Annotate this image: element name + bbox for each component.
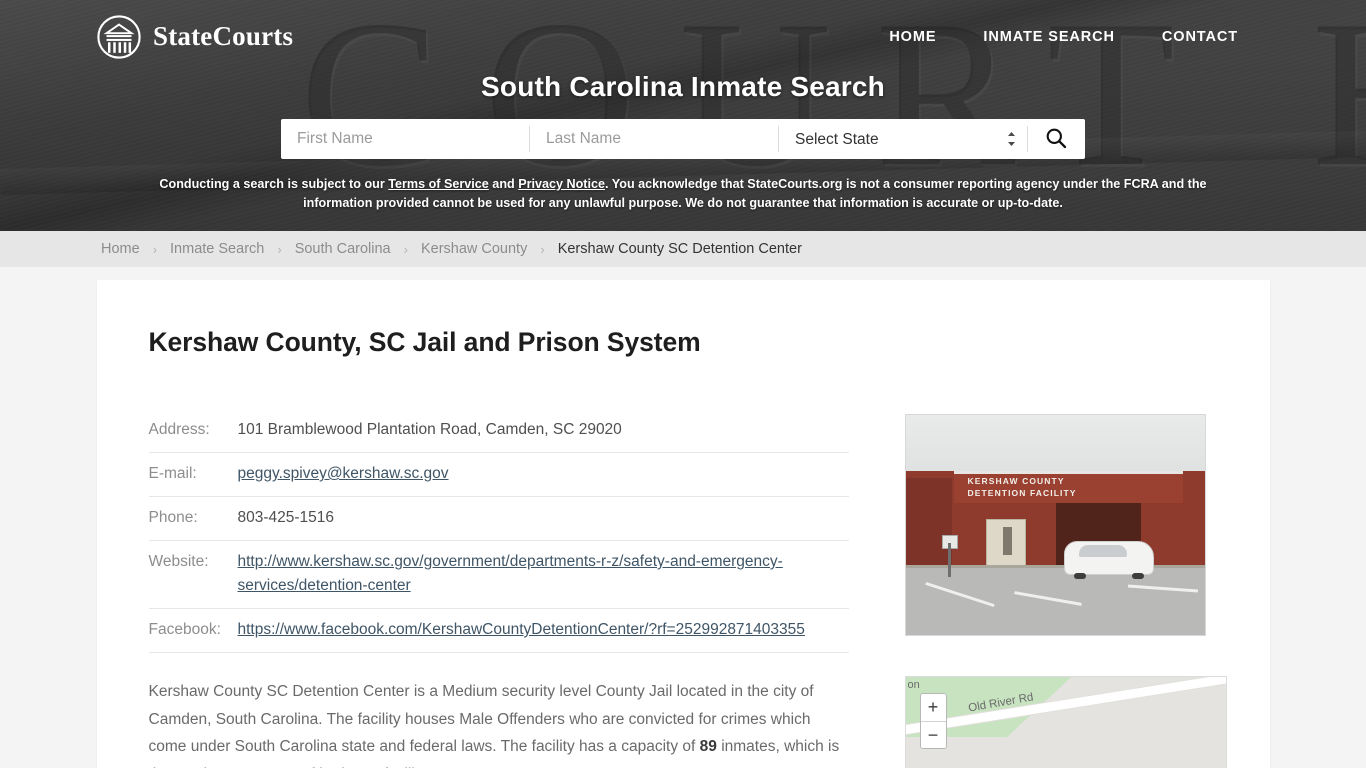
search-form-wrapper: Select State	[0, 119, 1366, 159]
search-icon	[1045, 127, 1067, 152]
info-label-phone: Phone:	[148, 496, 238, 541]
photo-sky	[905, 415, 1205, 478]
inmate-search-form: Select State	[281, 119, 1085, 159]
breadcrumb-separator-icon: ›	[152, 241, 158, 257]
facility-info-table: Address: 101 Bramblewood Plantation Road…	[148, 414, 849, 653]
info-label-facebook: Facebook:	[148, 608, 238, 653]
email-link[interactable]: peggy.spivey@kershaw.sc.gov	[238, 465, 449, 482]
photo-parking-lot	[905, 568, 1205, 635]
info-label-website: Website:	[148, 540, 238, 609]
info-value-facebook: https://www.facebook.com/KershawCountyDe…	[237, 608, 849, 653]
table-row: E-mail: peggy.spivey@kershaw.sc.gov	[148, 452, 849, 497]
info-label-email: E-mail:	[148, 452, 238, 497]
photo-building-left-wing	[905, 478, 952, 568]
nav-item-contact[interactable]: CONTACT	[1162, 29, 1238, 45]
breadcrumb-separator-icon: ›	[277, 241, 282, 257]
top-bar: StateCourts HOME INMATE SEARCH CONTACT	[0, 0, 1366, 60]
table-row: Address: 101 Bramblewood Plantation Road…	[148, 414, 849, 453]
photo-sign-post	[947, 543, 951, 577]
facebook-link[interactable]: https://www.facebook.com/KershawCountyDe…	[238, 621, 805, 638]
page-body: Kershaw County, SC Jail and Prison Syste…	[0, 267, 1366, 768]
state-select-wrapper: Select State	[779, 119, 1027, 159]
content-columns: Address: 101 Bramblewood Plantation Road…	[148, 414, 1227, 768]
content-card: Kershaw County, SC Jail and Prison Syste…	[96, 280, 1270, 768]
hero-header: COURT HOUSE S	[0, 0, 1366, 231]
breadcrumb-separator-icon: ›	[403, 241, 408, 257]
left-column: Address: 101 Bramblewood Plantation Road…	[148, 414, 849, 768]
website-link[interactable]: http://www.kershaw.sc.gov/government/dep…	[238, 553, 783, 594]
table-row: Website: http://www.kershaw.sc.gov/gover…	[148, 540, 849, 609]
map-zoom-out-button[interactable]: −	[920, 721, 946, 748]
info-label-address: Address:	[148, 414, 238, 453]
disclaimer-part-1: Conducting a search is subject to our	[159, 177, 389, 191]
facility-photo: KERSHAW COUNTY DETENTION FACILITY	[904, 414, 1206, 636]
brand[interactable]: StateCourts	[96, 14, 293, 60]
breadcrumb-item-inmate-search[interactable]: Inmate Search	[170, 241, 264, 257]
info-value-email: peggy.spivey@kershaw.sc.gov	[237, 452, 849, 497]
info-value-website: http://www.kershaw.sc.gov/government/dep…	[237, 540, 849, 609]
photo-car	[1063, 541, 1154, 575]
terms-of-service-link[interactable]: Terms of Service	[388, 177, 489, 191]
search-disclaimer: Conducting a search is subject to our Te…	[133, 175, 1233, 213]
courthouse-logo-icon	[96, 14, 142, 60]
photo-car-wheel-rear	[1131, 573, 1144, 579]
privacy-notice-link[interactable]: Privacy Notice	[518, 177, 605, 191]
facility-description: Kershaw County SC Detention Center is a …	[149, 678, 849, 768]
breadcrumb-item-current: Kershaw County SC Detention Center	[557, 241, 802, 257]
breadcrumb: Home › Inmate Search › South Carolina › …	[0, 241, 802, 257]
photo-car-wheel-front	[1073, 573, 1086, 579]
facility-location-map[interactable]: on Old River Rd + −	[904, 676, 1227, 768]
info-value-address: 101 Bramblewood Plantation Road, Camden,…	[237, 414, 849, 453]
photo-sign-line-1: KERSHAW COUNTY	[967, 476, 1065, 486]
nav-item-inmate-search[interactable]: INMATE SEARCH	[983, 29, 1114, 45]
map-partial-label: on	[907, 679, 920, 691]
search-submit-button[interactable]	[1028, 119, 1084, 159]
brand-name: StateCourts	[153, 21, 294, 51]
photo-sign-line-2: DETENTION FACILITY	[967, 488, 1077, 498]
info-value-phone: 803-425-1516	[237, 496, 849, 541]
breadcrumb-separator-icon: ›	[540, 241, 545, 257]
breadcrumb-bar: Home › Inmate Search › South Carolina › …	[0, 231, 1366, 267]
table-row: Facebook: https://www.facebook.com/Kersh…	[148, 608, 849, 653]
capacity-value: 89	[699, 738, 717, 755]
right-column: KERSHAW COUNTY DETENTION FACILITY on Old…	[904, 414, 1227, 768]
page-title: Kershaw County, SC Jail and Prison Syste…	[148, 327, 701, 357]
breadcrumb-item-south-carolina[interactable]: South Carolina	[295, 241, 391, 257]
table-row: Phone: 803-425-1516	[148, 496, 849, 541]
map-zoom-controls: + −	[919, 693, 947, 749]
breadcrumb-item-kershaw-county[interactable]: Kershaw County	[421, 241, 527, 257]
breadcrumb-item-home[interactable]: Home	[101, 241, 140, 257]
hero-title: South Carolina Inmate Search	[481, 71, 885, 102]
disclaimer-part-2: and	[488, 177, 519, 191]
photo-building-sign: KERSHAW COUNTY DETENTION FACILITY	[968, 475, 1118, 499]
map-zoom-in-button[interactable]: +	[920, 694, 946, 721]
photo-entrance-door	[985, 519, 1026, 569]
last-name-input[interactable]	[530, 119, 778, 159]
main-navigation: HOME INMATE SEARCH CONTACT	[889, 29, 1270, 45]
state-select[interactable]: Select State	[779, 119, 1027, 159]
first-name-input[interactable]	[281, 119, 529, 159]
nav-item-home[interactable]: HOME	[889, 29, 936, 45]
